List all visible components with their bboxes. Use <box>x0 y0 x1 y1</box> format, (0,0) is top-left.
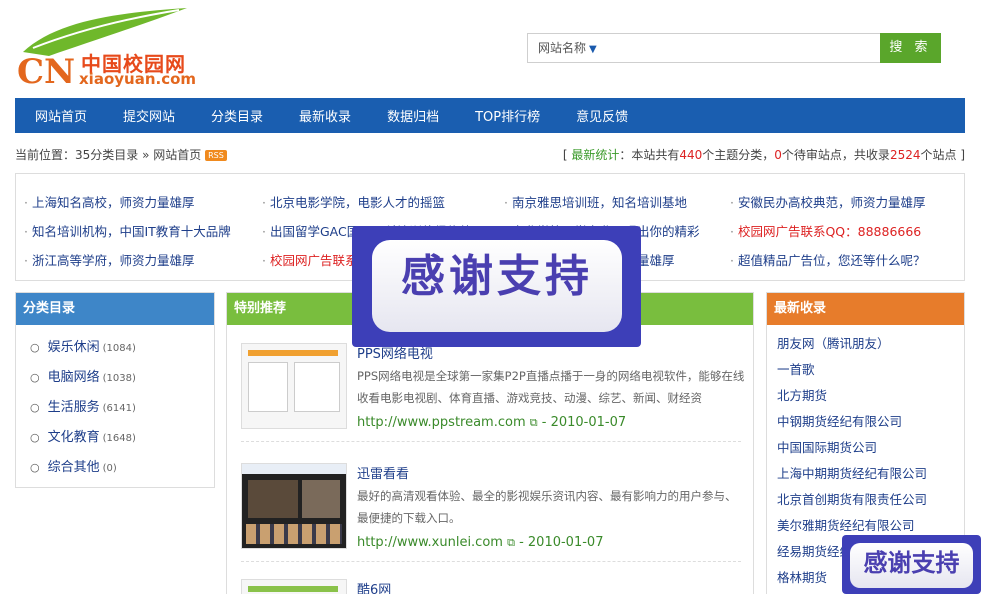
newest-item[interactable]: 一首歌 <box>777 357 964 383</box>
stats-text-4: 个站点 <box>920 148 957 162</box>
category-name[interactable]: 娱乐休闲 <box>48 340 100 355</box>
category-panel: 分类目录 娱乐休闲(1084) 电脑网络(1038) 生活服务(6141) 文化… <box>15 292 215 488</box>
stats-text-1: ：本站共有 <box>619 148 680 162</box>
recommend-item: 迅雷看看 最好的高清观看体验、最全的影视娱乐资讯内容、最有影响力的用户参与、最便… <box>241 463 741 563</box>
site-stats: [ 最新统计：本站共有440个主题分类，0个待审站点，共收录2524个站点 ] <box>562 148 965 162</box>
newest-panel-title: 最新收录 <box>767 293 964 325</box>
stats-text-2: 个主题分类， <box>702 148 775 162</box>
ad-link[interactable]: 知名培训机构，中国IT教育十大品牌 <box>24 221 256 240</box>
nav-submit-site[interactable]: 提交网站 <box>123 106 175 125</box>
recommend-url[interactable]: http://www.ppstream.com <box>357 415 526 430</box>
recommend-url[interactable]: http://www.xunlei.com <box>357 535 503 550</box>
stats-categories: 440 <box>679 148 703 162</box>
recommend-url-line: http://www.ppstream.com ⧉ - 2010-01-07 <box>357 415 626 430</box>
category-count: (6141) <box>102 403 136 414</box>
stats-sites: 2524 <box>889 148 921 162</box>
category-count: (1648) <box>102 433 136 444</box>
logo-cn: CN <box>17 52 76 92</box>
recommend-date: - 2010-01-07 <box>537 415 627 430</box>
recommend-url-line: http://www.xunlei.com ⧉ - 2010-01-07 <box>357 535 603 550</box>
nav-feedback[interactable]: 意见反馈 <box>576 106 628 125</box>
category-name[interactable]: 文化教育 <box>48 430 100 445</box>
recommend-item: 酷6网 <box>241 579 741 594</box>
search-button[interactable]: 搜 索 <box>880 33 941 63</box>
nav-categories[interactable]: 分类目录 <box>211 106 263 125</box>
breadcrumb-site-link[interactable]: 35分类目录 <box>75 148 138 162</box>
breadcrumb: 当前位置：35分类目录 » 网站首页 RSS <box>15 146 227 163</box>
ad-link[interactable]: 南京雅思培训班，知名培训基地 <box>504 192 726 211</box>
newest-item[interactable]: 朋友网（腾讯朋友） <box>777 331 964 357</box>
category-name[interactable]: 综合其他 <box>48 460 100 475</box>
breadcrumb-current: 网站首页 <box>153 148 202 162</box>
nav-home[interactable]: 网站首页 <box>35 106 87 125</box>
category-panel-title: 分类目录 <box>16 293 214 325</box>
recommend-date: - 2010-01-07 <box>514 535 604 550</box>
newest-item[interactable]: 北方期货 <box>777 383 964 409</box>
stats-text-3: 个待审站点，共收录 <box>781 148 890 162</box>
category-name[interactable]: 生活服务 <box>48 400 100 415</box>
ad-link[interactable]: 北京电影学院，电影人才的摇篮 <box>262 192 494 211</box>
nav-archive[interactable]: 数据归档 <box>387 106 439 125</box>
main-nav: 网站首页 提交网站 分类目录 最新收录 数据归档 TOP排行榜 意见反馈 <box>15 98 965 133</box>
site-thumbnail[interactable] <box>241 343 347 429</box>
recommend-desc: 最好的高清观看体验、最全的影视娱乐资讯内容、最有影响力的用户参与、最便捷的下载入… <box>357 489 737 525</box>
category-count: (1038) <box>102 373 136 384</box>
ad-link[interactable]: 安徽民办高校典范，师资力量雄厚 <box>730 192 962 211</box>
site-thumbnail[interactable] <box>241 463 347 549</box>
ad-link[interactable]: 校园网广告联系QQ：88886666 <box>730 221 962 240</box>
newest-item[interactable]: 中钢期货经纪有限公司 <box>777 409 964 435</box>
external-link-icon[interactable]: ⧉ <box>530 416 538 429</box>
page: CN 中国校园网 xiaoyuan.com 网站名称 ▼ 搜 索 网站首页 提交网… <box>0 0 981 594</box>
category-item[interactable]: 生活服务(6141) <box>30 393 214 423</box>
category-item[interactable]: 电脑网络(1038) <box>30 363 214 393</box>
recommend-title[interactable]: 迅雷看看 <box>357 463 409 482</box>
ad-link[interactable]: 超值精品广告位，您还等什么呢？ <box>730 250 962 269</box>
nav-latest[interactable]: 最新收录 <box>299 106 351 125</box>
rss-icon[interactable]: RSS <box>205 150 227 161</box>
search-bar: 网站名称 ▼ 搜 索 <box>527 33 941 63</box>
breadcrumb-separator: » <box>138 148 154 162</box>
newest-item[interactable]: 中国国际期货公司 <box>777 435 964 461</box>
category-item[interactable]: 娱乐休闲(1084) <box>30 333 214 363</box>
recommend-title[interactable]: 酷6网 <box>357 579 391 594</box>
thanks-overlay-badge: 感谢支持 <box>842 535 981 594</box>
search-category-select[interactable]: 网站名称 ▼ <box>528 34 614 62</box>
divider <box>241 441 741 442</box>
recommend-item: PPS网络电视 PPS网络电视是全球第一家集P2P直播点播于一身的网络电视软件，… <box>241 343 744 443</box>
search-category-label: 网站名称 <box>538 41 587 55</box>
search-input[interactable] <box>614 34 880 62</box>
category-name[interactable]: 电脑网络 <box>48 370 100 385</box>
category-count: (1084) <box>102 343 136 354</box>
stats-label: 最新统计 <box>571 148 620 162</box>
site-thumbnail[interactable] <box>241 579 347 594</box>
recommend-desc: PPS网络电视是全球第一家集P2P直播点播于一身的网络电视软件，能够在线收看电影… <box>357 369 745 405</box>
ad-link[interactable]: 浙江高等学府，师资力量雄厚 <box>24 250 256 269</box>
thanks-text: 感谢支持 <box>850 543 973 588</box>
ad-link[interactable]: 上海知名高校，师资力量雄厚 <box>24 192 256 211</box>
newest-item[interactable]: 上海中期期货经纪有限公司 <box>777 461 964 487</box>
thanks-overlay-banner: 感谢支持 <box>352 226 641 347</box>
category-item[interactable]: 文化教育(1648) <box>30 423 214 453</box>
logo-domain: xiaoyuan.com <box>79 70 197 88</box>
external-link-icon[interactable]: ⧉ <box>507 536 515 549</box>
site-logo[interactable]: CN 中国校园网 xiaoyuan.com <box>15 8 215 92</box>
divider <box>241 561 741 562</box>
category-item[interactable]: 综合其他(0) <box>30 453 214 483</box>
nav-top-ranking[interactable]: TOP排行榜 <box>475 106 540 125</box>
chevron-down-icon: ▼ <box>589 44 597 55</box>
breadcrumb-prefix: 当前位置： <box>15 148 76 162</box>
newest-item[interactable]: 北京首创期货有限责任公司 <box>777 487 964 513</box>
thanks-text: 感谢支持 <box>372 240 622 332</box>
stats-pending: 0 <box>774 148 782 162</box>
category-count: (0) <box>102 463 117 474</box>
